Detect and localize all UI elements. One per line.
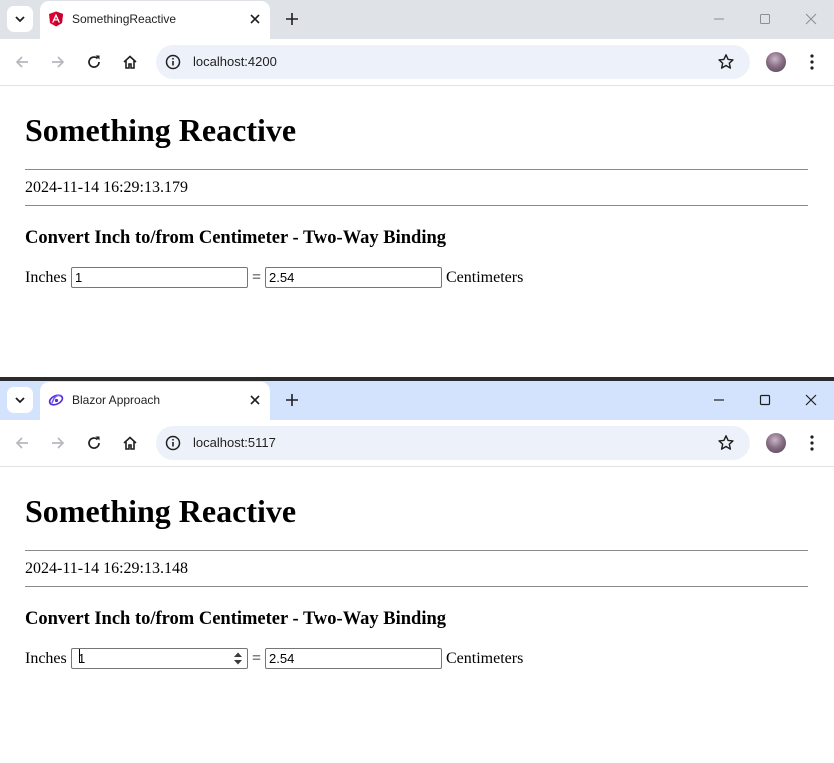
close-tab-button[interactable] (246, 391, 264, 409)
inches-number-input[interactable]: 1 (71, 648, 248, 669)
tab-strip: SomethingReactive (0, 0, 834, 39)
more-vertical-icon (810, 54, 814, 70)
url-text[interactable]: localhost:4200 (193, 54, 277, 69)
arrow-left-icon (15, 56, 28, 68)
address-bar[interactable]: localhost:4200 (156, 45, 750, 79)
browser-toolbar: localhost:5117 (0, 420, 834, 467)
more-vertical-icon (810, 435, 814, 451)
minimize-icon (714, 18, 724, 20)
close-icon (805, 13, 817, 25)
home-icon (123, 55, 137, 69)
new-tab-button[interactable] (282, 9, 302, 29)
tab-active[interactable]: Blazor Approach (40, 382, 270, 420)
plus-icon (286, 394, 298, 406)
back-button[interactable] (11, 51, 33, 73)
tab-title: Blazor Approach (72, 393, 161, 407)
tab-search-button[interactable] (7, 6, 33, 32)
profile-avatar[interactable] (766, 52, 786, 72)
maximize-button[interactable] (757, 11, 773, 27)
home-button[interactable] (119, 51, 141, 73)
centimeters-value: 2.54 (269, 270, 295, 285)
divider (25, 169, 808, 170)
blazor-icon (48, 394, 64, 406)
centimeters-input[interactable]: 2.54 (265, 648, 442, 669)
tab-strip: Blazor Approach (0, 381, 834, 420)
new-tab-button[interactable] (282, 390, 302, 410)
equals-sign: = (252, 269, 262, 286)
close-icon (805, 394, 817, 406)
spinner-arrows-icon[interactable] (233, 651, 243, 666)
page-content: Something Reactive 2024-11-14 16:29:13.1… (0, 467, 834, 763)
page-content: Something Reactive 2024-11-14 16:29:13.1… (0, 86, 834, 377)
maximize-icon (759, 394, 771, 406)
arrow-right-icon (52, 56, 65, 68)
centimeters-label: Centimeters (446, 269, 524, 286)
equals-sign: = (252, 650, 262, 667)
page-title: Something Reactive (25, 112, 297, 148)
converter-heading: Convert Inch to/from Centimeter - Two-Wa… (25, 609, 447, 629)
profile-avatar[interactable] (766, 433, 786, 453)
reload-button[interactable] (83, 51, 105, 73)
text-cursor (79, 649, 80, 663)
divider (25, 550, 808, 551)
tab-search-button[interactable] (7, 387, 33, 413)
chevron-down-icon (15, 16, 25, 23)
page-title: Something Reactive (25, 493, 297, 529)
close-window-button[interactable] (803, 11, 819, 27)
converter-heading: Convert Inch to/from Centimeter - Two-Wa… (25, 228, 447, 248)
arrow-left-icon (15, 437, 28, 449)
url-text[interactable]: localhost:5117 (193, 435, 276, 450)
inches-label: Inches (25, 269, 67, 286)
inches-value: 1 (75, 270, 83, 285)
info-icon[interactable] (165, 435, 181, 451)
minimize-icon (714, 399, 724, 401)
bookmark-star-icon[interactable] (717, 434, 735, 452)
timestamp-text: 2024-11-14 16:29:13.148 (25, 560, 188, 577)
browser-window-angular: SomethingReactive localhost:4200 Somethi… (0, 0, 834, 377)
divider (25, 205, 808, 206)
minimize-button[interactable] (711, 392, 727, 408)
browser-window-blazor: Blazor Approach localhost:5117 Something… (0, 381, 834, 763)
reload-button[interactable] (83, 432, 105, 454)
chevron-down-icon (15, 397, 25, 404)
home-icon (123, 436, 137, 450)
close-window-button[interactable] (803, 392, 819, 408)
plus-icon (286, 13, 298, 25)
angular-icon (49, 11, 63, 27)
centimeters-label: Centimeters (446, 650, 524, 667)
info-icon[interactable] (165, 54, 181, 70)
inches-input[interactable]: 1 (71, 267, 248, 288)
minimize-button[interactable] (711, 11, 727, 27)
centimeters-value: 2.54 (269, 651, 295, 666)
browser-menu-button[interactable] (803, 433, 821, 453)
browser-menu-button[interactable] (803, 52, 821, 72)
browser-toolbar: localhost:4200 (0, 39, 834, 86)
divider (25, 586, 808, 587)
forward-button[interactable] (47, 51, 69, 73)
maximize-button[interactable] (757, 392, 773, 408)
address-bar[interactable]: localhost:5117 (156, 426, 750, 460)
centimeters-input[interactable]: 2.54 (265, 267, 442, 288)
timestamp-text: 2024-11-14 16:29:13.179 (25, 179, 188, 196)
back-button[interactable] (11, 432, 33, 454)
close-tab-button[interactable] (246, 10, 264, 28)
arrow-right-icon (52, 437, 65, 449)
inches-label: Inches (25, 650, 67, 667)
close-icon (250, 395, 260, 405)
tab-title: SomethingReactive (72, 12, 177, 26)
reload-icon (88, 55, 100, 68)
close-icon (250, 14, 260, 24)
home-button[interactable] (119, 432, 141, 454)
forward-button[interactable] (47, 432, 69, 454)
tab-active[interactable]: SomethingReactive (40, 1, 270, 39)
maximize-icon (760, 14, 770, 24)
bookmark-star-icon[interactable] (717, 53, 735, 71)
reload-icon (88, 436, 100, 449)
